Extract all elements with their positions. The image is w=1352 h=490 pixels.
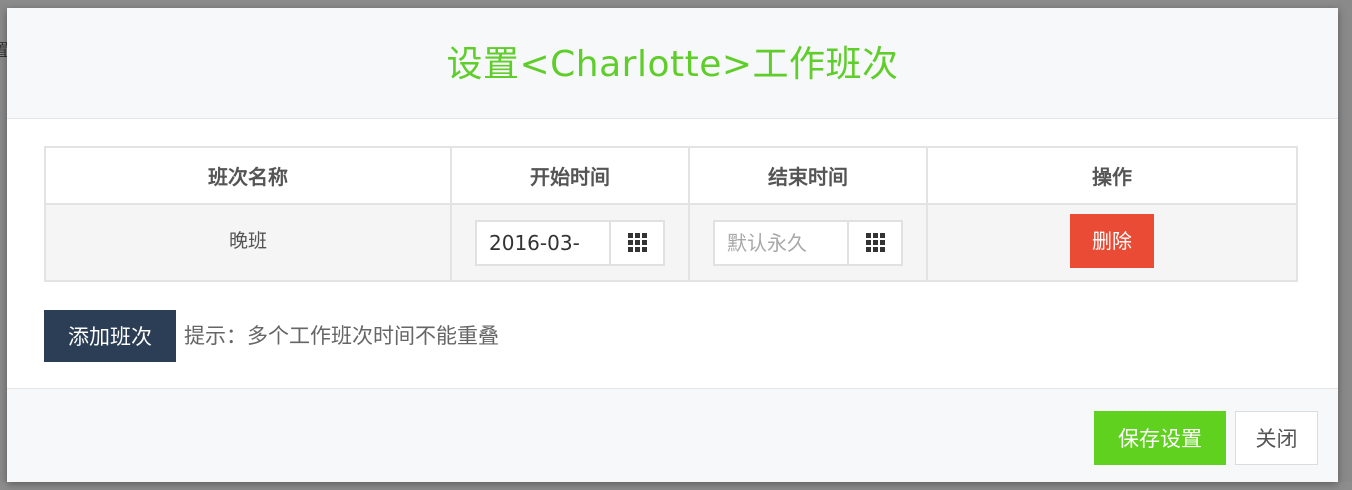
- end-date-picker: [713, 219, 903, 266]
- column-header-start-time: 开始时间: [450, 146, 690, 205]
- dialog-footer: 保存设置 关闭: [7, 388, 1338, 482]
- background-page-left: 置: [0, 0, 9, 490]
- grid-icon: [865, 233, 885, 252]
- close-button[interactable]: 关闭: [1235, 411, 1318, 465]
- table-header-row: 班次名称 开始时间 结束时间 操作: [44, 146, 1298, 205]
- start-date-picker-button[interactable]: [609, 221, 663, 264]
- start-date-input[interactable]: [477, 221, 609, 264]
- dialog-header: 设置<Charlotte>工作班次: [7, 8, 1338, 119]
- table-row: 晚班 2016-03- 默认永久 删除: [44, 203, 1298, 282]
- end-time-cell: [688, 203, 928, 282]
- hint-text: 提示：多个工作班次时间不能重叠: [184, 324, 499, 348]
- end-date-picker-button[interactable]: [847, 221, 901, 264]
- shift-table: 班次名称 开始时间 结束时间 操作 晚班 2016-03- 默认永久 删除: [44, 146, 1298, 282]
- background-page-top: [0, 0, 1352, 8]
- grid-icon: [627, 233, 647, 252]
- dialog-title: 设置<Charlotte>工作班次: [446, 44, 899, 85]
- start-time-cell: [450, 203, 690, 282]
- actions-cell: 删除: [926, 203, 1298, 282]
- save-settings-button[interactable]: 保存设置: [1094, 411, 1226, 465]
- column-header-shift-name: 班次名称: [44, 146, 452, 205]
- background-page-bottom: [0, 482, 1352, 490]
- shift-name-cell: 晚班: [44, 203, 452, 282]
- delete-button[interactable]: 删除: [1070, 213, 1154, 268]
- add-shift-button[interactable]: 添加班次: [44, 310, 176, 362]
- column-header-actions: 操作: [926, 146, 1298, 205]
- shift-settings-dialog: 设置<Charlotte>工作班次 班次名称 开始时间 结束时间 操作 晚班 2…: [7, 8, 1338, 482]
- end-date-input[interactable]: [715, 221, 847, 264]
- start-date-picker: [475, 219, 665, 266]
- background-page-right: [1338, 0, 1352, 490]
- column-header-end-time: 结束时间: [688, 146, 928, 205]
